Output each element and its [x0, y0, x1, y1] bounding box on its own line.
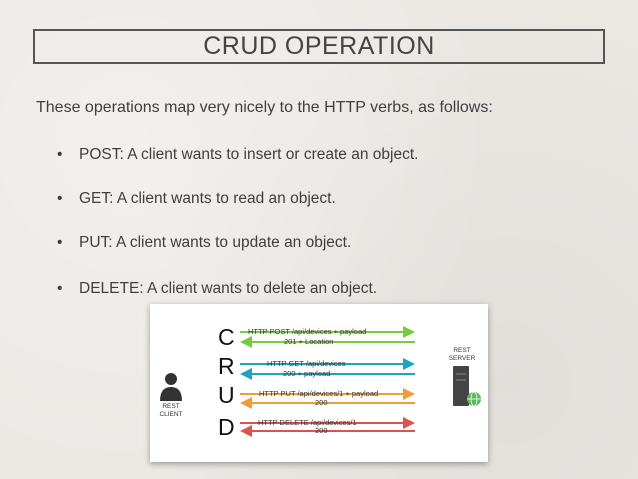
- bullet-text: DELETE: A client wants to delete an obje…: [79, 280, 378, 297]
- get-response-label: 200 + payload: [283, 369, 330, 378]
- bullet-get: • GET: A client wants to read an object.: [57, 190, 336, 208]
- intro-text: These operations map very nicely to the …: [36, 99, 493, 116]
- crud-letter-d: D: [218, 414, 235, 440]
- bullet-post: • POST: A client wants to insert or creat…: [57, 146, 418, 164]
- bullet-marker: •: [57, 146, 63, 163]
- put-response-label: 200: [315, 398, 328, 407]
- bullet-put: • PUT: A client wants to update an object…: [57, 234, 351, 252]
- server-icon: [453, 366, 469, 406]
- bullet-delete: • DELETE: A client wants to delete an obj…: [57, 280, 377, 298]
- delete-request-label: HTTP DELETE /api/devices/1: [258, 418, 357, 427]
- server-label-2: SERVER: [449, 355, 476, 362]
- crud-letter-r: R: [218, 353, 235, 379]
- crud-letter-c: C: [218, 324, 235, 350]
- bullet-marker: •: [57, 280, 63, 297]
- client-label-2: CLIENT: [159, 411, 182, 418]
- delete-response-label: 200: [315, 426, 328, 435]
- rest-diagram-svg: REST CLIENT REST SERVER C R U D HTTP POS…: [159, 324, 481, 440]
- bullet-text: PUT: A client wants to update an object.: [79, 234, 352, 251]
- bullet-marker: •: [57, 190, 63, 207]
- get-request-label: HTTP GET /api/devices: [267, 359, 346, 368]
- globe-icon: [467, 391, 481, 407]
- crud-letter-u: U: [218, 382, 235, 408]
- bullet-text: POST: A client wants to insert or create…: [79, 146, 419, 163]
- post-request-label: HTTP POST /api/devices + payload: [248, 327, 366, 336]
- put-request-label: HTTP PUT /api/devices/1 + payload: [259, 389, 378, 398]
- client-icon: [160, 373, 182, 401]
- server-label-1: REST: [453, 347, 470, 354]
- rest-diagram: REST CLIENT REST SERVER C R U D HTTP POS…: [150, 304, 488, 462]
- bullet-text: GET: A client wants to read an object.: [79, 190, 336, 207]
- bullet-marker: •: [57, 234, 63, 251]
- title-box: CRUD OPERATION: [33, 29, 605, 64]
- client-label-1: REST: [162, 403, 179, 410]
- post-response-label: 201 + Location: [284, 337, 333, 346]
- slide-title: CRUD OPERATION: [203, 32, 435, 60]
